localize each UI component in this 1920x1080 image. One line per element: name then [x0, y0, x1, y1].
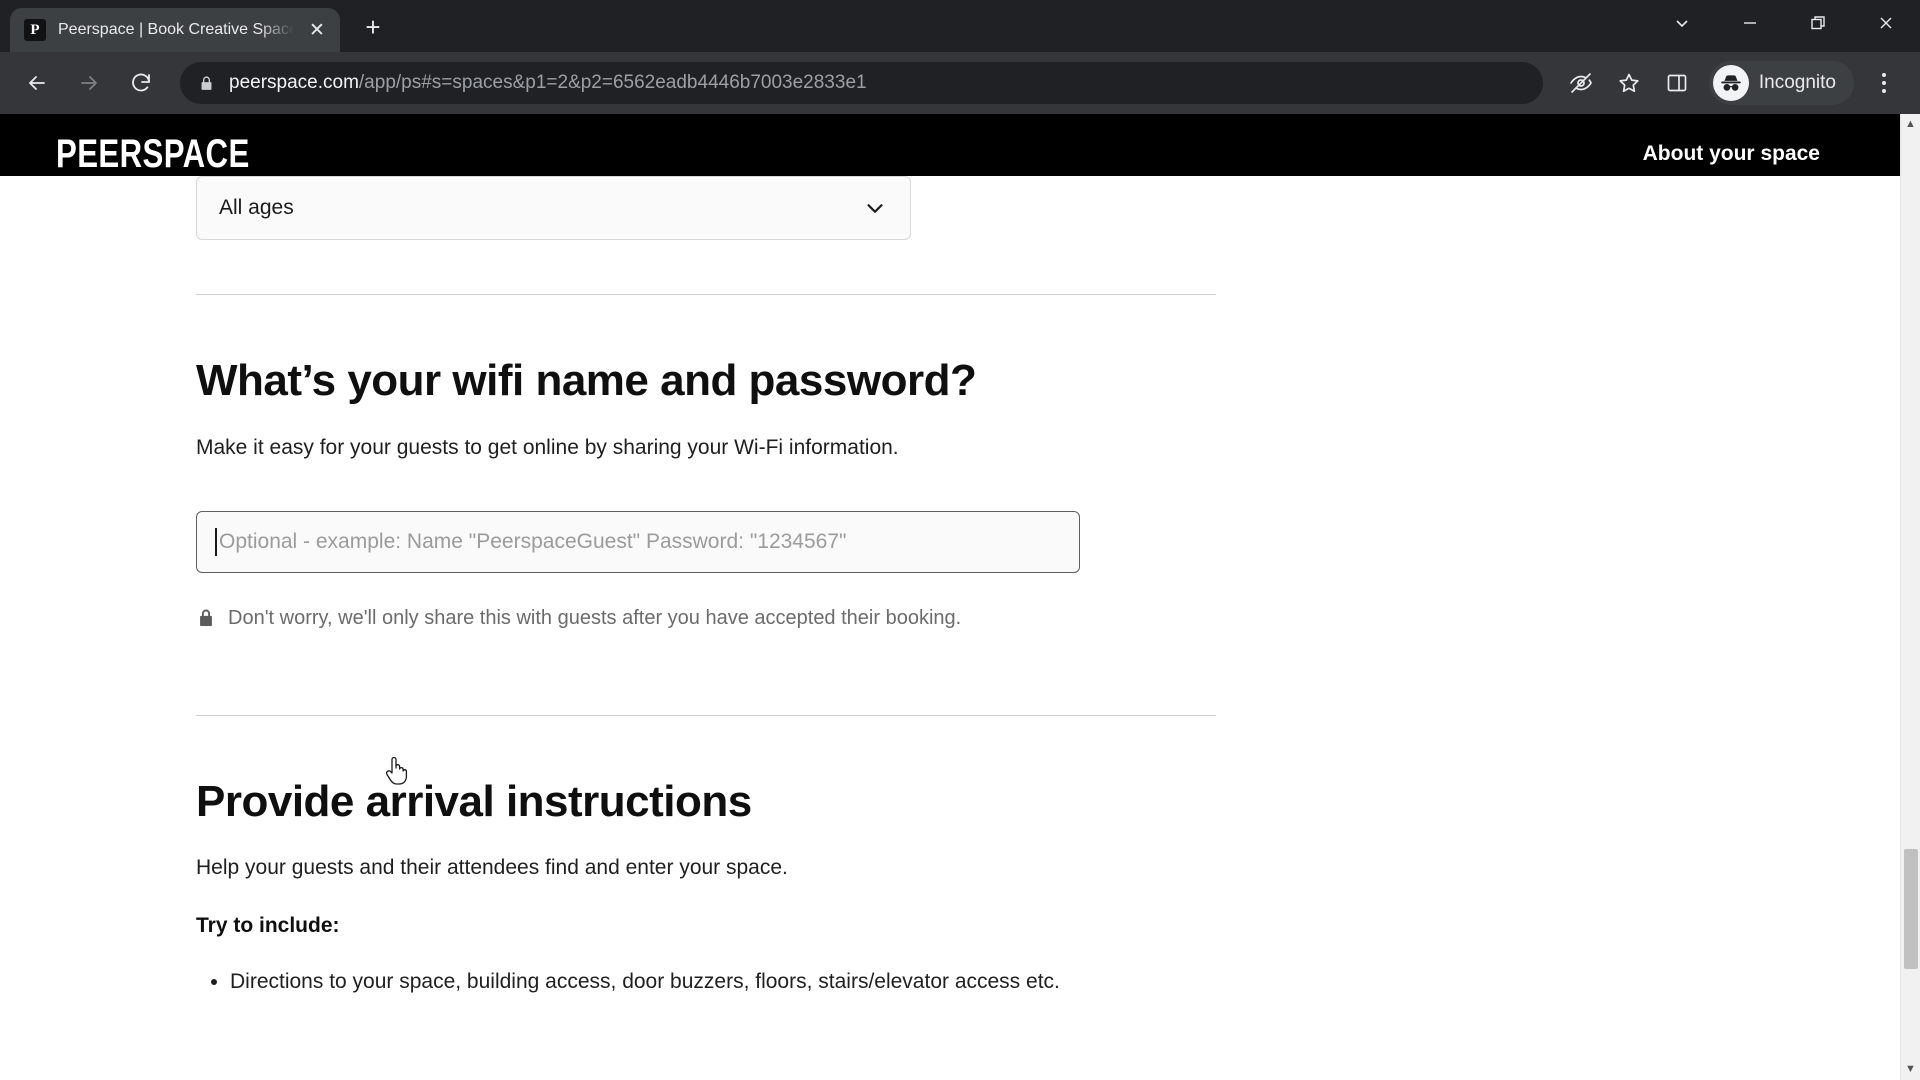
- wifi-section-title: What’s your wifi name and password?: [196, 356, 977, 405]
- scrollbar-track[interactable]: [1901, 114, 1920, 1080]
- url-text: peerspace.com/app/ps#s=spaces&p1=2&p2=65…: [229, 72, 867, 94]
- age-select[interactable]: All ages: [196, 176, 911, 240]
- forward-button[interactable]: [66, 60, 112, 106]
- form-column: All ages What’s your wifi name and passw…: [196, 176, 1216, 998]
- arrival-section-subtitle: Help your guests and their attendees fin…: [196, 856, 788, 880]
- peerspace-logo[interactable]: PEERSPACE: [56, 132, 250, 177]
- site-lock-icon: [198, 75, 215, 92]
- kebab-dot: [1882, 89, 1886, 93]
- browser-toolbar: peerspace.com/app/ps#s=spaces&p1=2&p2=65…: [0, 52, 1920, 114]
- window-controls: [1648, 0, 1920, 46]
- new-tab-button[interactable]: +: [356, 10, 390, 44]
- list-item: Directions to your space, building acces…: [230, 966, 1216, 998]
- section-divider: [196, 294, 1216, 295]
- kebab-dot: [1882, 81, 1886, 85]
- minimize-icon[interactable]: [1716, 0, 1784, 46]
- wifi-privacy-text: Don't worry, we'll only share this with …: [228, 606, 962, 629]
- arrival-section-title: Provide arrival instructions: [196, 776, 752, 826]
- incognito-avatar-icon: [1712, 65, 1749, 101]
- page-viewport: PEERSPACE About your space All ages What…: [0, 114, 1920, 1080]
- tracking-protection-icon[interactable]: [1559, 61, 1603, 105]
- reload-button[interactable]: [118, 60, 164, 106]
- arrival-bullet-list: Directions to your space, building acces…: [196, 966, 1216, 998]
- page-content: All ages What’s your wifi name and passw…: [0, 176, 1900, 1062]
- kebab-dot: [1882, 73, 1886, 77]
- arrival-try-label: Try to include:: [196, 914, 340, 938]
- browser-menu-icon[interactable]: [1862, 60, 1906, 106]
- scrollbar-thumb[interactable]: [1904, 849, 1918, 969]
- tab-title: Peerspace | Book Creative Space: [58, 21, 294, 38]
- address-bar[interactable]: peerspace.com/app/ps#s=spaces&p1=2&p2=65…: [180, 62, 1543, 104]
- side-panel-icon[interactable]: [1655, 61, 1699, 105]
- page-scrollbar[interactable]: ▲ ▼: [1900, 114, 1920, 1080]
- wifi-privacy-note: Don't worry, we'll only share this with …: [196, 607, 1216, 630]
- browser-tab[interactable]: P Peerspace | Book Creative Space ✕: [10, 8, 340, 52]
- back-button[interactable]: [14, 60, 60, 106]
- tab-search-icon[interactable]: [1648, 0, 1716, 46]
- wifi-input[interactable]: Optional - example: Name "PeerspaceGuest…: [196, 510, 1080, 573]
- tab-strip: P Peerspace | Book Creative Space ✕ +: [0, 0, 1920, 52]
- url-path: /app/ps#s=spaces&p1=2&p2=6562eadb4446b70…: [358, 72, 867, 93]
- url-host: peerspace.com: [229, 72, 359, 93]
- about-your-space-link[interactable]: About your space: [1643, 142, 1820, 166]
- tab-close-icon[interactable]: ✕: [306, 21, 328, 40]
- age-select-value: All ages: [219, 196, 294, 219]
- browser-window: P Peerspace | Book Creative Space ✕ + pe…: [0, 0, 1920, 1080]
- close-icon[interactable]: [1852, 0, 1920, 46]
- profile-chip[interactable]: Incognito: [1708, 61, 1854, 105]
- wifi-section-subtitle: Make it easy for your guests to get onli…: [196, 436, 899, 460]
- text-caret: [215, 527, 217, 556]
- bookmark-star-icon[interactable]: [1607, 61, 1651, 105]
- chevron-down-icon: [862, 195, 888, 221]
- toolbar-icons: Incognito: [1559, 60, 1906, 106]
- restore-icon[interactable]: [1784, 0, 1852, 46]
- profile-label: Incognito: [1758, 72, 1836, 93]
- section-divider-2: [196, 714, 1216, 716]
- lock-icon: [196, 607, 216, 629]
- tab-favicon: P: [24, 19, 46, 41]
- wifi-input-placeholder: Optional - example: Name "PeerspaceGuest…: [219, 529, 847, 553]
